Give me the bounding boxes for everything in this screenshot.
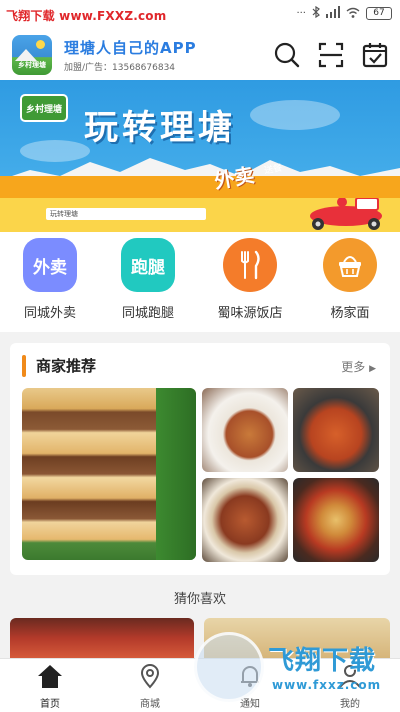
- merchant-image-dish-2[interactable]: [293, 388, 379, 472]
- calendar-check-icon: [362, 43, 388, 68]
- app-logo: 乡村理塘: [12, 35, 52, 75]
- more-dots-icon: ···: [296, 8, 306, 19]
- scooter-illustration: [310, 198, 382, 230]
- status-icons: ··· 67: [296, 5, 392, 21]
- section-accent-bar: [22, 355, 26, 377]
- basket-icon: [323, 238, 377, 292]
- wifi-icon: [346, 7, 360, 21]
- battery-icon: 67: [366, 7, 392, 20]
- merchant-image-dish-1[interactable]: [202, 388, 288, 472]
- category-grid: 外卖 同城外卖 跑腿 同城跑腿 蜀味源饭店 杨家面: [0, 232, 400, 332]
- banner-title: 玩转理塘: [84, 108, 236, 148]
- search-icon: [274, 42, 300, 68]
- home-icon: [38, 665, 62, 688]
- category-noodle[interactable]: 杨家面: [310, 238, 390, 321]
- watermark-logo: 飞翔下载 www.fxxz.com: [180, 618, 400, 712]
- app-logo-text: 乡村理塘: [18, 61, 46, 69]
- scan-button[interactable]: [316, 40, 346, 70]
- nav-home[interactable]: 首页: [10, 663, 90, 710]
- merchant-recommend-card: 商家推荐 更多 ▶: [10, 343, 390, 575]
- watermark-emblem: [194, 632, 264, 702]
- category-label: 杨家面: [330, 306, 370, 321]
- takeout-icon: 外卖: [23, 238, 77, 292]
- promo-banner[interactable]: 乡村理塘 玩转理塘 玩转理塘 外卖 送餐: [0, 80, 400, 232]
- merchant-image-flatbread[interactable]: [22, 388, 196, 560]
- watermark-top-text: 飞翔下载 www.FXXZ.com: [6, 9, 167, 23]
- banner-strip: 玩转理塘: [46, 208, 206, 220]
- watermark-url: www.fxxz.com: [272, 678, 382, 692]
- guess-section-title: 猜你喜欢: [173, 592, 226, 607]
- status-bar: 飞翔下载 www.FXXZ.com ··· 67: [0, 0, 400, 30]
- nav-mall[interactable]: 商城: [110, 663, 190, 710]
- merchant-section-title: 商家推荐: [36, 357, 97, 375]
- category-takeout[interactable]: 外卖 同城外卖: [10, 238, 90, 321]
- category-restaurant[interactable]: 蜀味源饭店: [210, 238, 290, 321]
- nav-label: 商城: [140, 699, 160, 710]
- header-subtitle: 加盟/广告：13568676834: [64, 63, 176, 73]
- more-link[interactable]: 更多 ▶: [341, 358, 376, 375]
- chevron-right-icon: ▶: [369, 364, 376, 374]
- signal-icon: [326, 6, 340, 21]
- header-title: 理塘人自己的APP: [64, 39, 197, 57]
- fork-knife-icon: [223, 238, 277, 292]
- merchant-image-dish-4[interactable]: [293, 478, 379, 562]
- watermark-brand: 飞翔下载: [268, 646, 377, 676]
- category-errand[interactable]: 跑腿 同城跑腿: [108, 238, 188, 321]
- category-label: 蜀味源饭店: [217, 306, 283, 321]
- errand-icon: 跑腿: [121, 238, 175, 292]
- scan-icon: [318, 42, 344, 68]
- nav-label: 首页: [40, 699, 60, 710]
- app-header: 乡村理塘 理塘人自己的APP 加盟/广告：13568676834: [0, 30, 400, 80]
- location-icon: [140, 664, 160, 689]
- banner-logo: 乡村理塘: [20, 94, 68, 122]
- merchant-image-dish-3[interactable]: [202, 478, 288, 562]
- search-button[interactable]: [272, 40, 302, 70]
- guess-image-1[interactable]: [10, 618, 194, 658]
- bluetooth-icon: [312, 5, 320, 21]
- category-label: 同城外卖: [23, 306, 76, 321]
- category-label: 同城跑腿: [121, 306, 174, 321]
- calendar-button[interactable]: [360, 40, 390, 70]
- more-link-label: 更多: [341, 360, 366, 374]
- app-screen: 飞翔下载 www.FXXZ.com ··· 67 乡村理塘 理塘人自己的APP …: [0, 0, 400, 712]
